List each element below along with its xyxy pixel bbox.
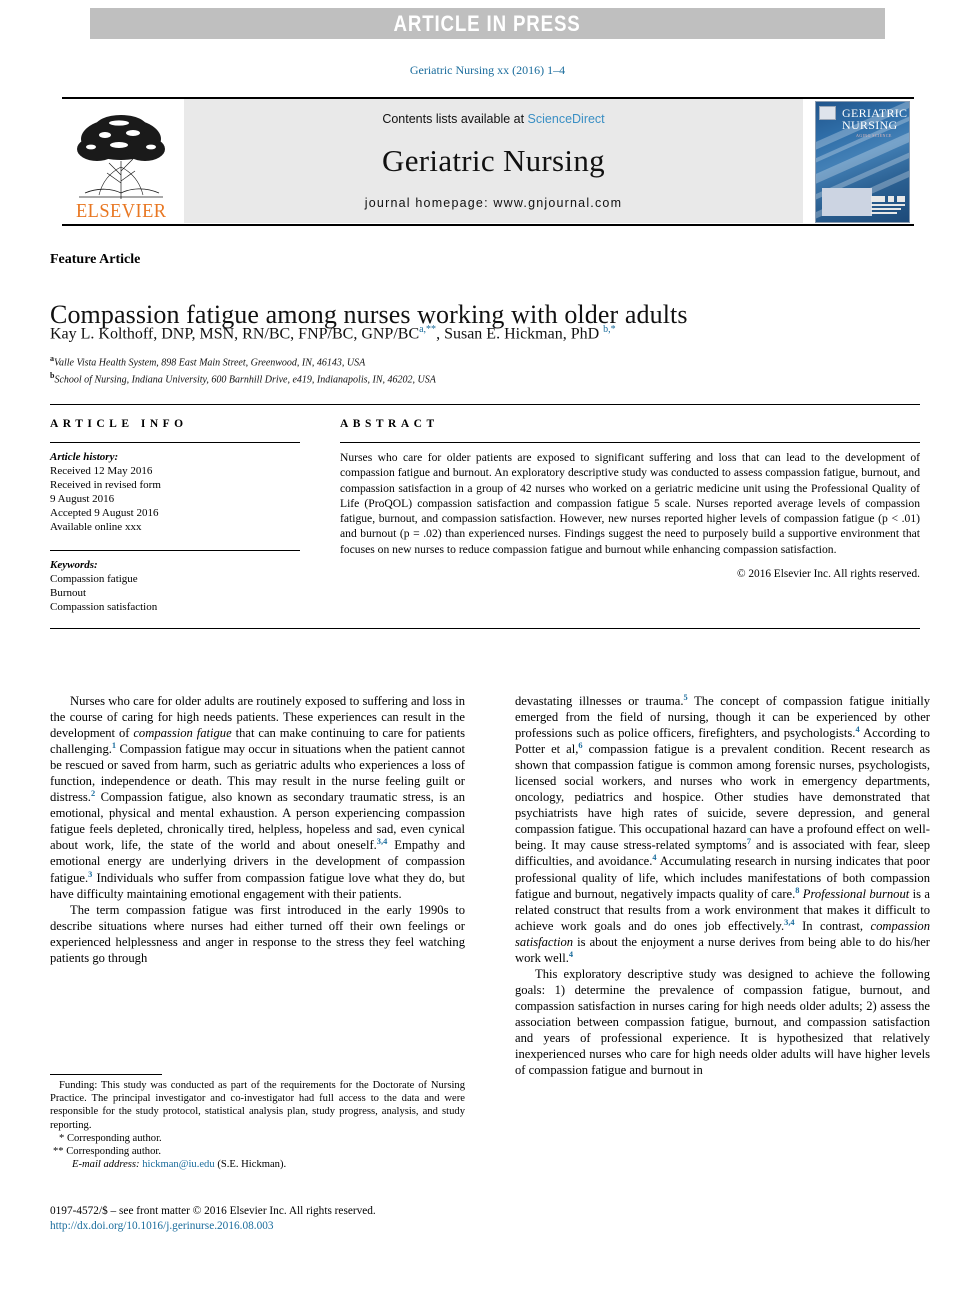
para-frag: devastating illnesses or trauma. — [515, 694, 684, 708]
body-paragraph: This exploratory descriptive study was d… — [515, 966, 930, 1078]
email-link[interactable]: hickman@iu.edu — [142, 1159, 214, 1170]
masthead-center: Contents lists available at ScienceDirec… — [184, 99, 803, 223]
copyright-line: © 2016 Elsevier Inc. All rights reserved… — [736, 568, 920, 581]
keyword-item: Compassion fatigue — [50, 573, 138, 585]
author-marks-2[interactable]: b,* — [603, 324, 616, 335]
panel-bottom-rule — [50, 628, 920, 629]
history-item: Received 12 May 2016 — [50, 465, 153, 477]
author-marks-1[interactable]: a,** — [419, 324, 436, 335]
panel-gap — [300, 404, 340, 614]
journal-masthead: ELSEVIER Contents lists available at Sci… — [62, 97, 914, 226]
body-paragraph: The term compassion fatigue was first in… — [50, 902, 465, 965]
journal-name: Geriatric Nursing — [382, 143, 605, 178]
cover-publisher-badge — [819, 106, 836, 120]
cover-subtitle: AGING SCIENCE — [856, 133, 892, 138]
body-paragraph: Nurses who care for older adults are rou… — [50, 693, 465, 902]
author-name-1: Kay L. Kolthoff, DNP, MSN, RN/BC, FNP/BC… — [50, 325, 420, 343]
keywords-rule — [50, 550, 300, 551]
issn-line: 0197-4572/$ – see front matter © 2016 El… — [50, 1205, 376, 1217]
doi-link[interactable]: http://dx.doi.org/10.1016/j.gerinurse.20… — [50, 1219, 510, 1234]
footnote-rule — [50, 1074, 162, 1075]
affiliation-list: aValle Vista Health System, 898 East Mai… — [50, 352, 930, 387]
footnote-block: Funding: This study was conducted as par… — [50, 1074, 465, 1171]
cover-title: GERIATRIC NURSING — [842, 107, 907, 132]
funding-note: Funding: This study was conducted as par… — [50, 1080, 465, 1131]
para-frag: In contrast, — [794, 918, 871, 933]
article-page: ARTICLE IN PRESS Geriatric Nursing xx (2… — [0, 0, 975, 1305]
article-history-label: Article history: — [50, 451, 119, 463]
article-in-press-banner: ARTICLE IN PRESS — [90, 8, 885, 39]
journal-homepage[interactable]: journal homepage: www.gnjournal.com — [365, 196, 622, 210]
keyword-item: Compassion satisfaction — [50, 601, 158, 613]
citation-ref[interactable]: 4 — [569, 950, 573, 959]
history-item: Received in revised form — [50, 479, 161, 491]
info-abstract-panel: ARTICLE INFO Article history: Received 1… — [50, 404, 920, 614]
para-emph: compassion fatigue — [133, 726, 232, 741]
citation-ref[interactable]: 3,4 — [784, 917, 794, 926]
affiliation-text-a: Valle Vista Health System, 898 East Main… — [54, 357, 366, 369]
para-frag: Individuals who suffer from compassion f… — [50, 870, 465, 901]
body-columns: Nurses who care for older adults are rou… — [50, 693, 930, 1078]
para-emph: Professional burnout — [799, 886, 910, 901]
running-head: Geriatric Nursing xx (2016) 1–4 — [409, 63, 566, 77]
article-info-rule — [50, 442, 300, 443]
keywords-block: Keywords: Compassion fatigue Burnout Com… — [50, 558, 300, 614]
affiliation-item: aValle Vista Health System, 898 East Mai… — [50, 352, 930, 369]
elsevier-wordmark: ELSEVIER — [75, 200, 167, 222]
author-list: Kay L. Kolthoff, DNP, MSN, RN/BC, FNP/BC… — [50, 324, 616, 343]
abstract-column: ABSTRACT Nurses who care for older patie… — [340, 404, 920, 614]
article-info-column: ARTICLE INFO Article history: Received 1… — [50, 404, 300, 614]
body-column-left: Nurses who care for older adults are rou… — [50, 693, 465, 1078]
cover-title-line2: NURSING — [842, 118, 898, 132]
email-label: E-mail address: — [72, 1159, 140, 1171]
email-owner: (S.E. Hickman). — [217, 1159, 287, 1171]
article-in-press-label: ARTICLE IN PRESS — [393, 10, 582, 36]
cover-logo-strip — [871, 196, 905, 214]
affiliation-item: bSchool of Nursing, Indiana University, … — [50, 369, 930, 386]
journal-cover-thumbnail: GERIATRIC NURSING AGING SCIENCE — [809, 99, 914, 223]
imprint-block: 0197-4572/$ – see front matter © 2016 El… — [50, 1204, 510, 1234]
corresponding-author-note-1: * Corresponding author. — [59, 1132, 162, 1144]
keywords-label: Keywords: — [50, 559, 98, 571]
article-info-heading: ARTICLE INFO — [50, 418, 188, 430]
abstract-rule — [340, 442, 920, 443]
history-item: 9 August 2016 — [50, 493, 115, 505]
email-note: E-mail address: hickman@iu.edu (S.E. Hic… — [50, 1158, 465, 1171]
para-frag: is about the enjoyment a nurse derives f… — [515, 934, 930, 965]
citation-ref[interactable]: 3,4 — [377, 837, 387, 846]
article-section-label: Feature Article — [50, 252, 141, 267]
affiliation-text-b: School of Nursing, Indiana University, 6… — [54, 374, 436, 386]
author-name-2: Susan E. Hickman, PhD — [444, 325, 600, 343]
abstract-text: Nurses who care for older patients are e… — [340, 451, 920, 556]
cover-image: GERIATRIC NURSING AGING SCIENCE — [815, 101, 910, 223]
article-history-block: Article history: Received 12 May 2016 Re… — [50, 450, 300, 534]
elsevier-logo: ELSEVIER — [62, 99, 180, 223]
masthead-bottom-rule — [62, 224, 914, 226]
contents-list-line: Contents lists available at ScienceDirec… — [382, 112, 604, 126]
history-item: Available online xxx — [50, 521, 142, 533]
body-column-right: devastating illnesses or trauma.5 The co… — [515, 693, 930, 1078]
history-item: Accepted 9 August 2016 — [50, 507, 159, 519]
contents-prefix: Contents lists available at — [382, 112, 528, 126]
footnote-text: Funding: This study was conducted as par… — [50, 1079, 465, 1171]
para-frag: compassion fatigue is a prevalent condit… — [515, 742, 930, 853]
body-paragraph: devastating illnesses or trauma.5 The co… — [515, 693, 930, 966]
corresponding-author-note-2: ** Corresponding author. — [53, 1146, 161, 1158]
elsevier-tree-icon — [69, 109, 173, 201]
abstract-heading: ABSTRACT — [340, 418, 439, 430]
cover-placeholder-box — [822, 188, 872, 216]
sciencedirect-link[interactable]: ScienceDirect — [528, 112, 605, 126]
keyword-item: Burnout — [50, 587, 87, 599]
